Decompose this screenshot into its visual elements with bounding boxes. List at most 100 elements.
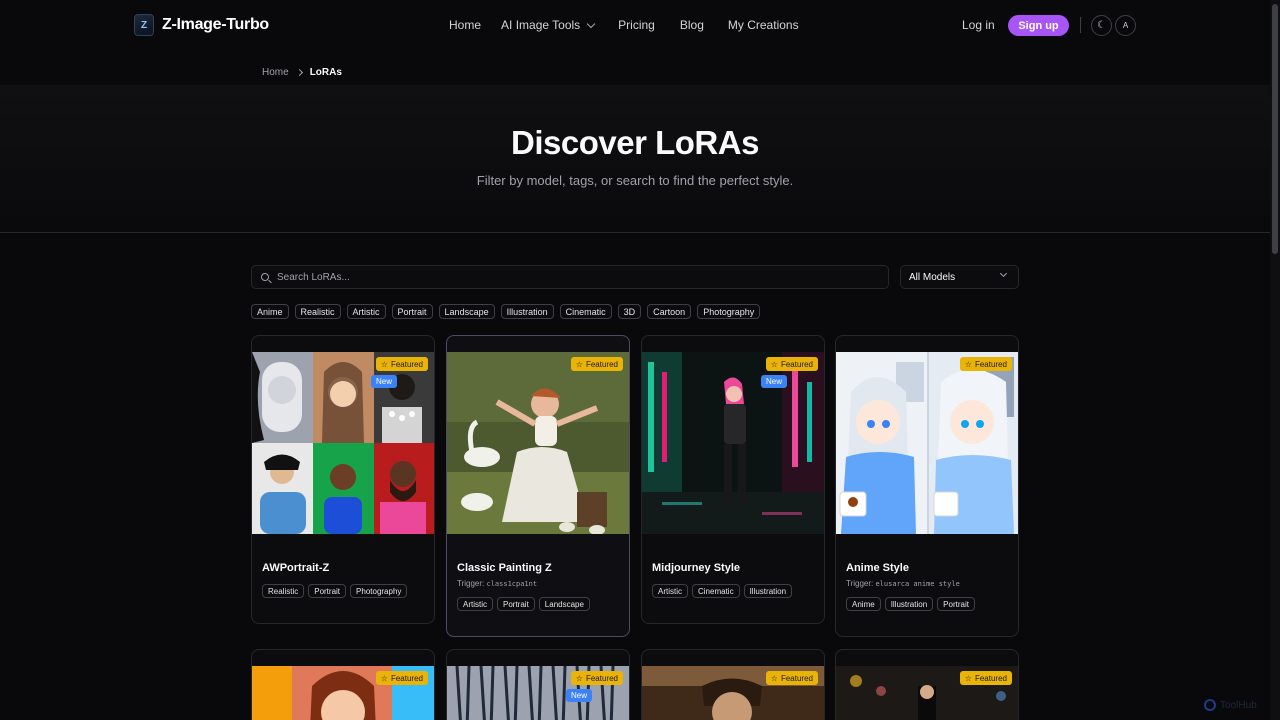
star-icon: ☆ bbox=[964, 673, 972, 683]
filter-tag-artistic[interactable]: Artistic bbox=[346, 304, 386, 319]
lora-card-tags: Artistic Cinematic Illustration bbox=[652, 584, 793, 598]
search-box bbox=[251, 265, 889, 289]
lora-card-title: Classic Painting Z bbox=[457, 562, 552, 574]
star-icon: ☆ bbox=[575, 673, 583, 683]
featured-badge: ☆ Featured bbox=[570, 357, 623, 371]
featured-badge-label: Featured bbox=[780, 673, 813, 683]
lora-card[interactable]: ☆ Featured bbox=[251, 649, 435, 720]
lora-card[interactable]: ☆ Featured New bbox=[446, 649, 630, 720]
star-icon: ☆ bbox=[380, 673, 388, 683]
featured-badge-label: Featured bbox=[585, 673, 618, 683]
featured-badge-label: Featured bbox=[780, 359, 813, 369]
language-button[interactable]: A bbox=[1115, 15, 1136, 36]
featured-badge-label: Featured bbox=[390, 673, 423, 683]
filter-tag-anime[interactable]: Anime bbox=[251, 304, 289, 319]
featured-badge: ☆ Featured bbox=[765, 357, 818, 371]
page-title: Discover LoRAs bbox=[511, 124, 759, 161]
lora-tag[interactable]: Landscape bbox=[538, 597, 590, 611]
lora-tag[interactable]: Artistic bbox=[457, 597, 493, 611]
star-icon: ☆ bbox=[964, 359, 972, 369]
brand-name: Z-Image-Turbo bbox=[162, 16, 269, 33]
lora-card-tags: Artistic Portrait Landscape bbox=[457, 597, 590, 611]
new-badge: New bbox=[566, 689, 593, 702]
lora-card-tags: Anime Illustration Portrait bbox=[846, 597, 975, 611]
nav-ai-tools-menu[interactable]: AI Image Tools bbox=[501, 18, 596, 32]
nav-my-creations-link[interactable]: My Creations bbox=[728, 18, 799, 32]
lora-card[interactable]: ☆ Featured bbox=[641, 649, 825, 720]
translate-icon: A bbox=[1122, 21, 1129, 30]
page-scrollbar[interactable] bbox=[1270, 0, 1280, 720]
featured-badge: ☆ Featured bbox=[375, 357, 428, 371]
lora-card[interactable]: ☆ Featured bbox=[835, 649, 1019, 720]
lora-tag[interactable]: Portrait bbox=[937, 597, 975, 611]
lora-thumbnail bbox=[836, 352, 1018, 534]
lora-tag[interactable]: Cinematic bbox=[692, 584, 740, 598]
nav-home-link[interactable]: Home bbox=[449, 18, 481, 32]
scrollbar-thumb[interactable] bbox=[1272, 4, 1278, 254]
star-icon: ☆ bbox=[770, 359, 778, 369]
lora-tag[interactable]: Portrait bbox=[497, 597, 535, 611]
filter-tag-realistic[interactable]: Realistic bbox=[294, 304, 341, 319]
watermark: ToolHub bbox=[1204, 699, 1257, 711]
star-icon: ☆ bbox=[575, 359, 583, 369]
signup-button[interactable]: Sign up bbox=[1008, 15, 1069, 36]
top-nav: Z Z-Image-Turbo Home AI Image Tools Pric… bbox=[0, 0, 1280, 52]
nav-pricing-link[interactable]: Pricing bbox=[618, 18, 655, 32]
lora-card[interactable]: ☆ Featured Classic Painting Z Trigger: cl… bbox=[446, 335, 630, 637]
filter-tag-cinematic[interactable]: Cinematic bbox=[559, 304, 612, 319]
lora-tag[interactable]: Photography bbox=[350, 584, 408, 598]
featured-badge: ☆ Featured bbox=[570, 671, 623, 685]
filter-tags: Anime Realistic Artistic Portrait Landsc… bbox=[251, 304, 761, 319]
lora-card[interactable]: ☆ Featured New AWPortrait-Z Realistic Por… bbox=[251, 335, 435, 624]
lora-tag[interactable]: Artistic bbox=[652, 584, 688, 598]
filter-tag-landscape[interactable]: Landscape bbox=[438, 304, 495, 319]
model-select[interactable]: All Models bbox=[900, 265, 1019, 289]
filter-tag-cartoon[interactable]: Cartoon bbox=[647, 304, 692, 319]
nav-blog-link[interactable]: Blog bbox=[680, 18, 704, 32]
lora-tag[interactable]: Illustration bbox=[743, 584, 793, 598]
filter-tag-3d[interactable]: 3D bbox=[617, 304, 642, 319]
page-subtitle: Filter by model, tags, or search to find… bbox=[476, 173, 794, 188]
lora-card[interactable]: ☆ Featured Anime Style Trigger: elusarca … bbox=[835, 335, 1019, 637]
featured-badge-label: Featured bbox=[974, 359, 1007, 369]
watermark-icon bbox=[1204, 699, 1216, 711]
star-icon: ☆ bbox=[770, 673, 778, 683]
lora-tag[interactable]: Illustration bbox=[884, 597, 934, 611]
featured-badge-label: Featured bbox=[974, 673, 1007, 683]
login-link[interactable]: Log in bbox=[962, 18, 995, 32]
lora-thumbnail bbox=[252, 352, 434, 534]
search-icon bbox=[261, 273, 269, 281]
chevron-down-icon bbox=[999, 269, 1008, 278]
search-input[interactable] bbox=[277, 271, 857, 283]
lora-trigger: Trigger: class1cpa1nt bbox=[457, 579, 537, 588]
chevron-right-icon bbox=[295, 68, 303, 77]
new-badge: New bbox=[761, 375, 788, 388]
lora-card-tags: Realistic Portrait Photography bbox=[262, 584, 408, 598]
trigger-word[interactable]: class1cpa1nt bbox=[487, 580, 538, 588]
trigger-label: Trigger: bbox=[457, 579, 485, 588]
featured-badge-label: Featured bbox=[390, 359, 423, 369]
hero-section: Discover LoRAs Filter by model, tags, or… bbox=[0, 85, 1270, 233]
lora-tag[interactable]: Realistic bbox=[262, 584, 305, 598]
lora-trigger: Trigger: elusarca anime style bbox=[846, 579, 960, 588]
featured-badge-label: Featured bbox=[585, 359, 618, 369]
breadcrumb-home-link[interactable]: Home bbox=[262, 67, 289, 78]
featured-badge: ☆ Featured bbox=[959, 671, 1012, 685]
brand-logo-link[interactable]: Z Z-Image-Turbo bbox=[134, 14, 269, 36]
theme-toggle-button[interactable]: ☾ bbox=[1091, 15, 1112, 36]
model-select-value: All Models bbox=[909, 271, 956, 283]
lora-card-title: Midjourney Style bbox=[652, 562, 741, 574]
lora-tag[interactable]: Portrait bbox=[308, 584, 347, 598]
nav-links: Home AI Image Tools Pricing Blog My Crea… bbox=[449, 18, 799, 32]
watermark-text: ToolHub bbox=[1220, 699, 1257, 711]
lora-card-title: Anime Style bbox=[846, 562, 909, 574]
breadcrumb: Home LoRAs bbox=[262, 67, 342, 78]
filter-tag-illustration[interactable]: Illustration bbox=[500, 304, 554, 319]
lora-card[interactable]: ☆ Featured New Midjourney Style Artistic … bbox=[641, 335, 825, 624]
filter-tag-portrait[interactable]: Portrait bbox=[391, 304, 433, 319]
brand-logo-icon: Z bbox=[134, 14, 154, 36]
lora-tag[interactable]: Anime bbox=[846, 597, 881, 611]
trigger-word[interactable]: elusarca anime style bbox=[876, 580, 960, 588]
filter-tag-photography[interactable]: Photography bbox=[697, 304, 761, 319]
chevron-down-icon bbox=[586, 19, 596, 28]
